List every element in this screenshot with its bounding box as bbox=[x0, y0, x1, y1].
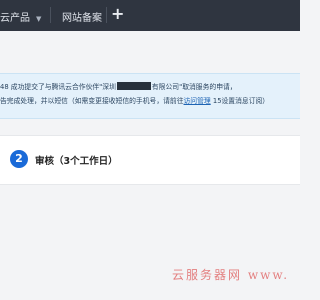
notice-line-2: 告完成处理，并以短信（如需变更接收短信的手机号，请前往访问管理 15设置消息订阅… bbox=[0, 96, 269, 107]
step-title: 审核（3个工作日） bbox=[35, 156, 118, 167]
nav-divider bbox=[106, 7, 107, 23]
info-notice: 48 成功提交了与腾讯云合作伙伴"深圳 有限公司"取消服务的申请， 告完成处理，并… bbox=[0, 73, 300, 119]
notice-text: 48 成功提交了与腾讯云合作伙伴"深圳 bbox=[0, 83, 116, 91]
notice-line-1: 48 成功提交了与腾讯云合作伙伴"深圳 有限公司"取消服务的申请， bbox=[0, 82, 237, 93]
access-management-link[interactable]: 访问管理 bbox=[184, 97, 211, 105]
redaction-block bbox=[116, 82, 151, 90]
nav-cloud-products[interactable]: 云产品 ▼ bbox=[0, 9, 41, 24]
chevron-down-icon: ▼ bbox=[36, 15, 42, 23]
notice-text: 15设置消息订阅） bbox=[210, 97, 270, 105]
watermark-text: 云服务器网 www. bbox=[172, 268, 290, 282]
nav-cloud-products-label: 云产品 bbox=[0, 13, 30, 24]
top-navigation-bar: 云产品 ▼ 网站备案 + bbox=[0, 0, 300, 31]
notice-text: 有限公司"取消服务的申请， bbox=[151, 83, 237, 91]
step-number-badge: 2 bbox=[10, 150, 28, 168]
nav-website-record[interactable]: 网站备案 bbox=[62, 9, 102, 24]
nav-divider bbox=[50, 7, 51, 23]
review-step-card: 2 审核（3个工作日） bbox=[0, 135, 300, 185]
notice-text: 告完成处理，并以短信（如需变更接收短信的手机号，请前往 bbox=[0, 97, 184, 105]
add-icon[interactable]: + bbox=[111, 4, 124, 23]
